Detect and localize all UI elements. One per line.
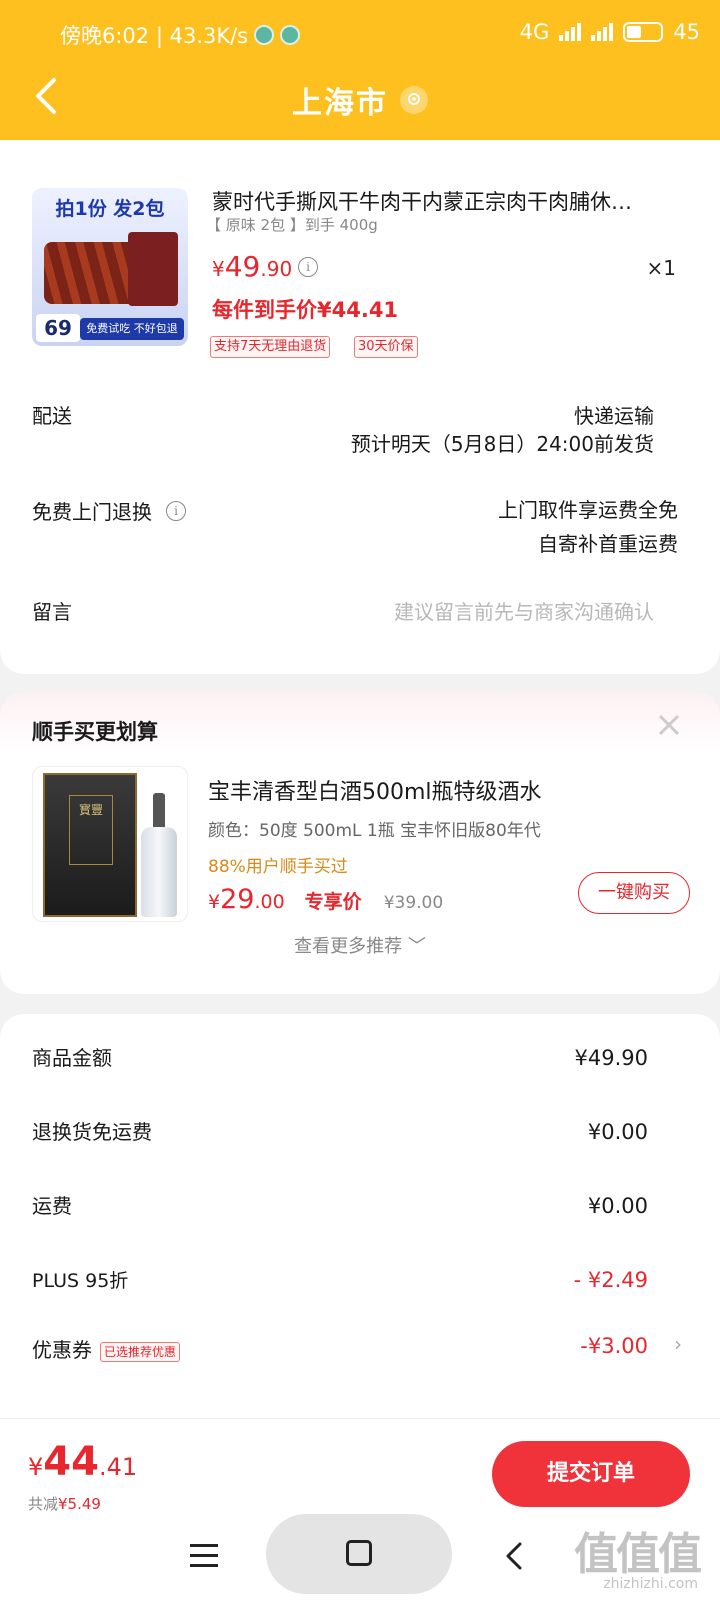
product-price: ¥49.90: [212, 250, 292, 283]
recommend-social-proof: 88%用户顺手买过: [208, 857, 348, 877]
total-decimal: .41: [98, 1453, 138, 1481]
service-tag: 支持7天无理由退货: [210, 336, 331, 358]
app-notification-icon: [254, 25, 275, 45]
price-decimal: .90: [260, 257, 293, 281]
summary-label: 运费: [32, 1194, 72, 1218]
price-currency: ¥: [212, 257, 225, 281]
one-click-buy-button[interactable]: 一键购买: [578, 872, 690, 914]
recommendation-card: 顺手买更划算 寳豐 宝丰清香型白酒500ml瓶特级酒水 颜色：50度 500mL…: [0, 692, 720, 994]
original-price: ¥39.00: [383, 893, 444, 913]
returns-line1: 上门取件享运费全免: [498, 498, 678, 522]
location-pin-icon: [400, 86, 428, 114]
checkout-bar: ¥44.41 共减¥5.49 提交订单: [0, 1418, 720, 1514]
header-bar: 傍晚6:02 | 43.3K/s 4G 45 上海市: [0, 0, 720, 140]
status-time-speed: 傍晚6:02 | 43.3K/s: [60, 24, 249, 48]
home-icon[interactable]: [346, 1540, 372, 1566]
price-currency: ¥: [208, 891, 221, 913]
service-tag: 30天价保: [354, 336, 418, 358]
summary-value: ¥49.90: [574, 1046, 648, 1070]
message-label: 留言: [32, 600, 72, 624]
unit-price: 每件到手价¥44.41: [212, 298, 399, 322]
system-nav-bar: 值值值 zhizhizhi.com: [0, 1514, 720, 1600]
summary-label: 优惠券: [32, 1338, 92, 1362]
saved-value: ¥5.49: [58, 1495, 101, 1513]
package-graphic: [128, 232, 178, 306]
exclusive-price-label: 专享价: [304, 891, 362, 913]
price-integer: 49: [224, 250, 261, 283]
network-type: 4G: [519, 20, 550, 44]
returns-label: 免费上门退换: [32, 500, 152, 524]
status-bar: 傍晚6:02 | 43.3K/s 4G 45: [0, 14, 720, 54]
info-icon[interactable]: i: [298, 257, 318, 277]
liquor-box-label: 寳豐: [69, 795, 113, 865]
back-nav-button[interactable]: [500, 1538, 530, 1574]
chevron-left-icon: [506, 1542, 522, 1570]
watermark-logo: 值值值: [574, 1529, 702, 1580]
summary-value: ¥0.00: [587, 1194, 648, 1218]
signal-icon: [591, 23, 614, 41]
saved-label: 共减: [28, 1495, 59, 1513]
price-integer: 29: [220, 884, 255, 915]
delivery-eta: 预计明天（5月8日）24:00前发货: [350, 432, 654, 456]
summary-label: 退换货免运费: [32, 1120, 152, 1144]
battery-icon: [623, 22, 664, 42]
info-icon[interactable]: i: [166, 500, 186, 521]
coupon-tag: 已选推荐优惠: [100, 1341, 181, 1362]
signal-icon: [559, 23, 582, 41]
chevron-right-icon: ›: [674, 1332, 682, 1356]
message-input[interactable]: 建议留言前先与商家沟通确认: [394, 596, 654, 625]
liquor-box-graphic: 寳豐: [43, 773, 137, 917]
recommend-price: ¥29.00 专享价 ¥39.00: [208, 884, 443, 915]
app-notification-icon: [280, 25, 301, 45]
returns-row: 免费上门退换 i: [32, 496, 186, 525]
product-spec: 【 原味 2包 】到手 400g: [206, 216, 378, 234]
product-title[interactable]: 蒙时代手撕风干牛肉干内蒙正宗肉干肉脯休…: [212, 186, 682, 216]
see-more-recommendations[interactable]: 查看更多推荐 ﹀: [0, 932, 720, 958]
recommendation-title: 顺手买更划算: [32, 720, 158, 744]
menu-icon[interactable]: [190, 1544, 218, 1568]
close-button[interactable]: [654, 710, 684, 740]
nav-bar: 上海市: [0, 70, 720, 126]
recommend-product-name[interactable]: 宝丰清香型白酒500ml瓶特级酒水: [208, 774, 542, 806]
recommend-product-image[interactable]: 寳豐: [32, 766, 188, 922]
coupon-row[interactable]: 优惠券 已选推荐优惠: [32, 1334, 181, 1363]
total-saved: 共减¥5.49: [28, 1493, 101, 1514]
summary-value: ¥0.00: [587, 1120, 648, 1144]
product-image-price: 69: [36, 314, 80, 342]
product-image-badge: 免费试吃 不好包退: [80, 318, 184, 340]
city-selector[interactable]: 上海市: [292, 78, 428, 122]
quantity: ×1: [646, 256, 676, 280]
total-price: ¥44.41: [28, 1439, 137, 1485]
price-decimal: .00: [254, 891, 285, 913]
summary-label: PLUS 95折: [32, 1270, 129, 1292]
delivery-method[interactable]: 快递运输: [574, 400, 654, 429]
liquor-bottle-graphic: [139, 793, 179, 917]
coupon-value[interactable]: -¥3.00: [580, 1334, 648, 1358]
recommend-product-spec: 颜色：50度 500mL 1瓶 宝丰怀旧版80年代: [208, 821, 541, 841]
close-icon: [658, 714, 680, 736]
price-summary-card: 商品金额 ¥49.90 退换货免运费 ¥0.00 运费 ¥0.00 PLUS 9…: [0, 1014, 720, 1434]
submit-order-button[interactable]: 提交订单: [492, 1441, 690, 1507]
battery-level: 45: [673, 20, 700, 44]
summary-label: 商品金额: [32, 1046, 112, 1070]
summary-discount: - ¥2.49: [573, 1268, 648, 1292]
product-image[interactable]: 拍1份 发2包 69 免费试吃 不好包退: [32, 188, 188, 346]
delivery-label: 配送: [32, 404, 72, 428]
total-integer: 44: [43, 1439, 99, 1485]
product-image-headline: 拍1份 发2包: [55, 198, 165, 220]
total-currency: ¥: [28, 1453, 44, 1481]
returns-line2: 自寄补首重运费: [538, 532, 678, 556]
city-name: 上海市: [292, 86, 388, 121]
order-product-card: 拍1份 发2包 69 免费试吃 不好包退 蒙时代手撕风干牛肉干内蒙正宗肉干肉脯休…: [0, 140, 720, 674]
watermark-url: zhizhizhi.com: [603, 1576, 698, 1592]
